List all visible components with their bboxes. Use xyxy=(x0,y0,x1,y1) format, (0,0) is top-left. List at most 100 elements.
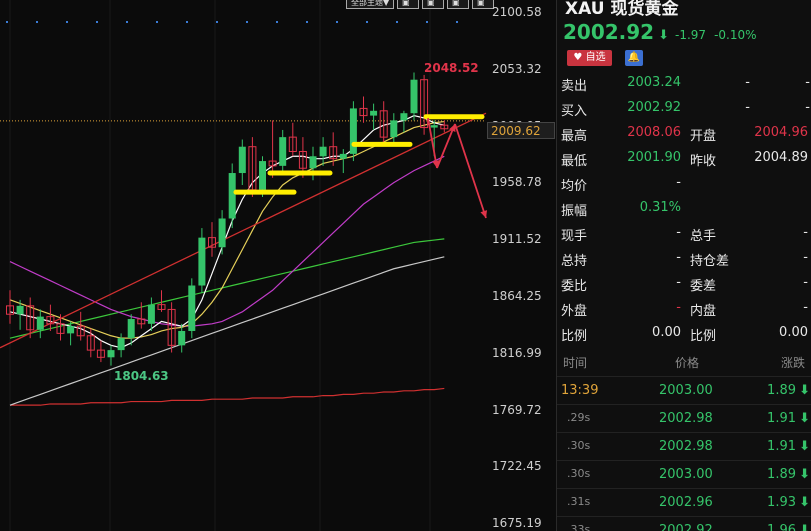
quote-row: 总持 - 持仓差 - xyxy=(557,247,811,269)
ma10-line xyxy=(9,120,445,339)
quote-label: 内盘 xyxy=(690,304,717,319)
quote-label: 现手 xyxy=(561,229,588,244)
quote-value: 2003.24 xyxy=(627,75,681,90)
quote-value: 2004.96 xyxy=(754,125,808,140)
tick-time: .33s xyxy=(567,523,591,531)
price-axis-tick: 1958.78 xyxy=(492,175,542,190)
add-to-watchlist-button[interactable]: ♥ 自选 xyxy=(567,50,612,66)
quote-row: 均价 - xyxy=(557,172,811,194)
quote-window: 全部主题▼ ▣ ▣ ▣ ▣ 2048.52 1804.63 2100.58 2053.32… xyxy=(0,0,811,531)
grid-dot xyxy=(96,21,98,23)
tick-change: 1.93 xyxy=(767,495,796,510)
down-arrow-icon: ⬇ xyxy=(799,495,810,510)
grid-dot xyxy=(396,21,398,23)
tick-row: .30s 2003.00 1.89 ⬇ xyxy=(557,460,811,489)
toolbar-icon-button[interactable]: ▣ xyxy=(447,0,470,9)
tick-row: .30s 2002.98 1.91 ⬇ xyxy=(557,432,811,461)
quote-label: 昨收 xyxy=(690,154,717,169)
quote-value: - xyxy=(676,250,681,265)
price-axis-tick: 1722.45 xyxy=(492,459,542,474)
tick-price: 2002.92 xyxy=(659,523,713,531)
quote-row: 现手 - 总手 - xyxy=(557,222,811,244)
last-price: 2002.92 xyxy=(563,20,655,44)
tick-change: 1.89 xyxy=(767,467,796,482)
quote-label: 最高 xyxy=(561,129,588,144)
quote-value: 2008.06 xyxy=(627,125,681,140)
ticks-header-change: 涨跌 xyxy=(781,356,806,370)
tick-row: .31s 2002.96 1.93 ⬇ xyxy=(557,488,811,517)
quote-label: 买入 xyxy=(561,104,588,119)
quote-label: 比例 xyxy=(690,329,717,344)
candle-body xyxy=(410,79,418,114)
quote-row: 最高 2008.06 开盘 2004.96 xyxy=(557,122,811,144)
tick-change: 1.91 xyxy=(767,439,796,454)
candle-body xyxy=(198,237,206,286)
candle-body xyxy=(188,285,196,331)
trough-price-label: 1804.63 xyxy=(114,369,169,383)
candle-body xyxy=(36,316,44,330)
grid-dot xyxy=(6,21,8,23)
price-alert-button[interactable]: 🔔 xyxy=(625,50,643,66)
tick-time: .31s xyxy=(567,495,591,508)
quote-value: 2002.92 xyxy=(627,100,681,115)
grid-dot xyxy=(306,21,308,23)
toolbar-icon-button[interactable]: ▣ xyxy=(422,0,445,9)
candle-body xyxy=(370,110,378,116)
price-axis-tick: 1864.25 xyxy=(492,289,542,303)
tick-time: .29s xyxy=(567,411,591,424)
tick-price: 2003.00 xyxy=(659,467,713,482)
symbol-title: XAU 现货黄金 xyxy=(565,0,679,19)
quote-value: - xyxy=(676,275,681,290)
candle-body xyxy=(228,173,236,219)
tick-change: 1.89 xyxy=(767,383,796,398)
quote-value: - xyxy=(745,100,750,115)
chart-toolbar: 全部主题▼ ▣ ▣ ▣ ▣ xyxy=(346,0,495,9)
price-axis-tick: 2100.58 xyxy=(492,5,542,19)
grid-dot xyxy=(66,21,68,23)
price-axis-tick: 1769.72 xyxy=(492,402,542,417)
down-arrow-icon: ⬇ xyxy=(799,467,810,482)
ma120-line xyxy=(10,387,445,406)
quote-label: 委比 xyxy=(561,279,588,294)
tick-time: 13:39 xyxy=(561,383,599,398)
candlestick-chart-canvas[interactable] xyxy=(0,0,556,531)
quote-row: 卖出 2003.24 - - xyxy=(557,72,811,94)
candle-body xyxy=(178,330,186,346)
quote-value: - xyxy=(676,175,681,190)
quote-value: - xyxy=(805,100,810,115)
grid-dot xyxy=(426,21,428,23)
current-price-tag: 2009.62 xyxy=(487,122,555,139)
down-arrow-icon: ⬇ xyxy=(799,439,810,454)
price-line: 2002.92 ⬇ -1.97 -0.10% xyxy=(563,20,757,44)
kline-chart[interactable]: 全部主题▼ ▣ ▣ ▣ ▣ 2048.52 1804.63 2100.58 2053.32… xyxy=(0,0,556,531)
candle-body xyxy=(390,120,398,138)
tick-price: 2002.96 xyxy=(659,495,713,510)
quote-label: 卖出 xyxy=(561,79,588,94)
candle-body xyxy=(127,319,135,339)
price-change: -1.97 xyxy=(675,28,707,42)
tick-price: 2002.98 xyxy=(659,411,713,426)
tick-time: .30s xyxy=(567,439,591,452)
candle-body xyxy=(218,218,226,248)
theme-select-button[interactable]: 全部主题▼ xyxy=(346,0,395,9)
candle-body xyxy=(430,125,438,128)
tick-row: .33s 2002.92 1.96 ⬇ xyxy=(557,516,811,531)
grid-dot xyxy=(126,21,128,23)
ticks-header-price: 价格 xyxy=(675,356,700,370)
quote-row: 振幅 0.31% xyxy=(557,197,811,219)
tick-row: 13:39 2003.00 1.89 ⬇ xyxy=(557,376,811,405)
quote-label: 均价 xyxy=(561,179,588,194)
bell-icon: 🔔 xyxy=(627,52,641,63)
quote-value: - xyxy=(803,225,808,240)
candle-body xyxy=(400,113,408,121)
quote-label: 总手 xyxy=(690,229,717,244)
candle-body xyxy=(238,146,246,174)
down-arrow-icon: ⬇ xyxy=(799,523,810,531)
quote-value: - xyxy=(745,75,750,90)
candle-body xyxy=(319,146,327,157)
quote-row: 最低 2001.90 昨收 2004.89 xyxy=(557,147,811,169)
candle-body xyxy=(259,161,266,190)
grid-dot xyxy=(276,21,278,23)
quote-value: 0.00 xyxy=(779,325,808,340)
toolbar-icon-button[interactable]: ▣ xyxy=(397,0,420,9)
